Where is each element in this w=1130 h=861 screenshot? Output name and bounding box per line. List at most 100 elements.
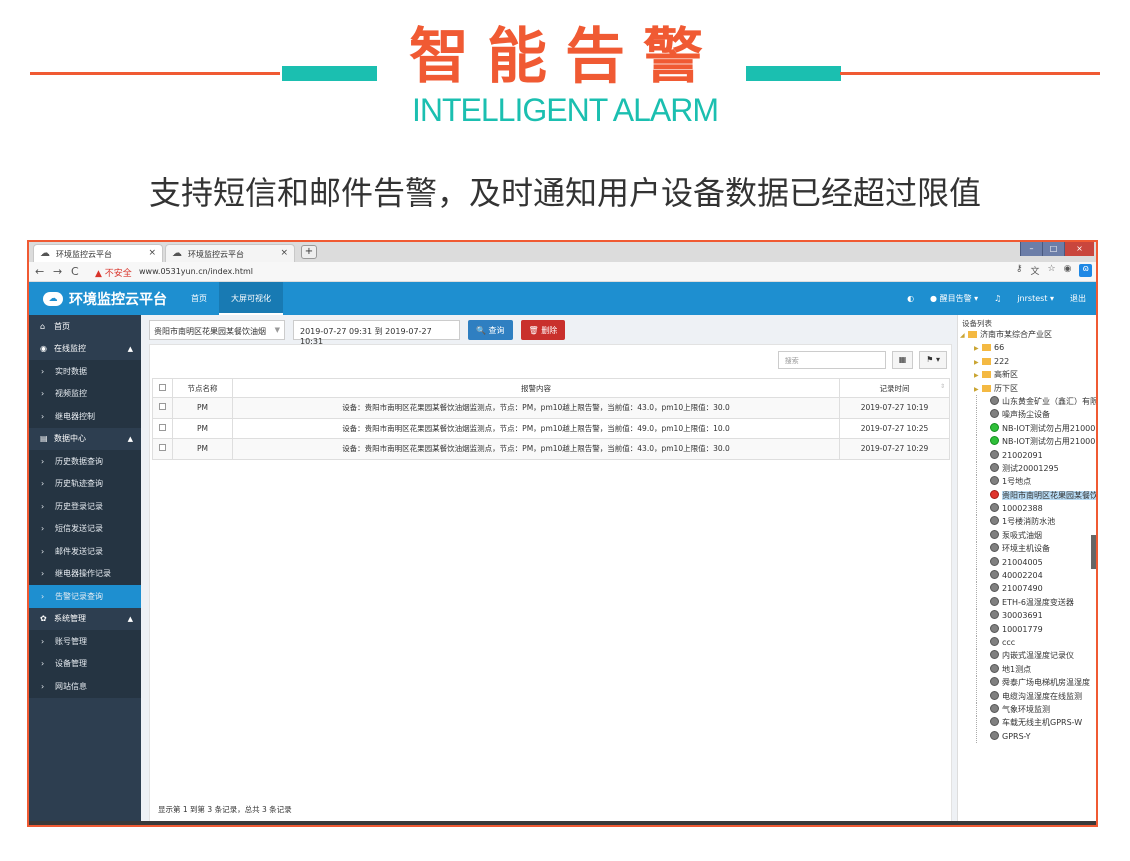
query-button[interactable]: 🔍 查询	[468, 320, 513, 340]
sidebar-item[interactable]: › 账号管理	[29, 630, 141, 653]
tree-device[interactable]: 1号楼消防水池	[958, 515, 1096, 529]
row-checkbox[interactable]	[152, 417, 173, 439]
app-logo[interactable]: ☁ 环境监控云平台	[43, 289, 167, 309]
browser-tab[interactable]: ☁ 环境监控云平台 ×	[165, 244, 295, 262]
minimize-button[interactable]: –	[1020, 242, 1042, 256]
tree-scrollbar[interactable]	[1091, 535, 1096, 569]
window-close-button[interactable]: ×	[1064, 242, 1094, 256]
tree-device[interactable]: 30003691	[958, 609, 1096, 623]
tree-device[interactable]: 内嵌式温湿度记录仪	[958, 649, 1096, 663]
tree-folder[interactable]: ▶ 222	[958, 355, 1096, 368]
tree-device[interactable]: 泵吸式油烟	[958, 528, 1096, 542]
expand-icon[interactable]: ▶	[974, 369, 982, 381]
sidebar-item[interactable]: ▤ 数据中心 ▲	[29, 427, 141, 450]
tree-device[interactable]: 10002388	[958, 502, 1096, 516]
table-row[interactable]: PM 设备：贵阳市南明区花果园某餐饮油烟监测点，节点：PM，pm10越上限告警，当…	[152, 397, 950, 419]
device-select[interactable]: 贵阳市南明区花果园某餐饮油烟 ▼	[149, 320, 285, 340]
select-all-checkbox[interactable]	[152, 378, 173, 398]
star-icon[interactable]: ☆	[1048, 264, 1056, 277]
key-icon[interactable]: ⚷	[1016, 264, 1023, 277]
status-dot-icon	[990, 596, 999, 606]
tree-device[interactable]: 噪声扬尘设备	[958, 408, 1096, 422]
maximize-button[interactable]: □	[1042, 242, 1064, 256]
tree-device[interactable]: GPRS-Y	[958, 729, 1096, 743]
tree-device[interactable]: NB-IOT测试勿占用21000	[958, 435, 1096, 449]
sidebar-item[interactable]: › 视频监控	[29, 382, 141, 405]
back-icon[interactable]: ←	[35, 265, 44, 278]
close-icon[interactable]: ×	[148, 248, 156, 258]
tree-device[interactable]: ccc	[958, 635, 1096, 649]
tree-folder[interactable]: ▶ 历下区	[958, 382, 1096, 395]
sidebar-item[interactable]: › 历史轨迹查询	[29, 472, 141, 495]
extension-icon[interactable]: ɷ	[1079, 264, 1092, 277]
nav-home[interactable]: 首页	[179, 282, 219, 315]
tree-folder[interactable]: ▶ 66	[958, 341, 1096, 354]
insecure-warning[interactable]: ▲ 不安全	[95, 266, 132, 279]
sidebar-item[interactable]: › 邮件发送记录	[29, 540, 141, 563]
tree-root[interactable]: ◢ 济南市某综合产业区	[958, 328, 1096, 341]
nav-big-screen[interactable]: 大屏可视化	[219, 282, 283, 315]
bell-icon[interactable]: ♫	[994, 294, 1001, 303]
row-checkbox[interactable]	[152, 397, 173, 419]
column-header-content[interactable]: 报警内容	[232, 378, 840, 398]
delete-button[interactable]: 🗑 删除	[520, 320, 566, 340]
export-menu-button[interactable]: ⚑ ▾	[919, 351, 947, 369]
row-checkbox[interactable]	[152, 438, 173, 460]
sidebar-item[interactable]: ◉ 在线监控 ▲	[29, 337, 141, 360]
table-row[interactable]: PM 设备：贵阳市南明区花果园某餐饮油烟监测点，节点：PM，pm10越上限告警，当…	[152, 417, 950, 439]
expand-icon[interactable]: ▶	[974, 356, 982, 368]
tree-device[interactable]: 21007490	[958, 582, 1096, 596]
sidebar-item[interactable]: › 历史登录记录	[29, 495, 141, 518]
alarm-menu[interactable]: ● 醒目告警 ▾	[930, 293, 978, 304]
tree-device[interactable]: 贵阳市南明区花果园某餐饮	[958, 488, 1096, 502]
sidebar-item[interactable]: › 短信发送记录	[29, 517, 141, 540]
forward-icon[interactable]: →	[53, 265, 62, 278]
tree-device[interactable]: 气象环境监测	[958, 702, 1096, 716]
sidebar-item-label: 数据中心	[54, 434, 86, 444]
tree-folder[interactable]: ▶ 高新区	[958, 368, 1096, 381]
tree-device[interactable]: 地1测点	[958, 662, 1096, 676]
columns-toggle-button[interactable]: ▦	[891, 351, 914, 369]
tree-device[interactable]: 10001779	[958, 622, 1096, 636]
url-input[interactable]: www.0531yun.cn/index.html	[139, 267, 253, 276]
user-menu[interactable]: jnrstest ▾	[1017, 294, 1054, 303]
column-header-time[interactable]: 记录时间 ⇕	[839, 378, 950, 398]
reload-icon[interactable]: C	[71, 265, 79, 278]
translate-icon[interactable]: 文	[1030, 264, 1039, 277]
sidebar-item[interactable]: ✿ 系统管理 ▲	[29, 607, 141, 630]
tree-device[interactable]: 舜泰广场电梯机房温湿度	[958, 676, 1096, 690]
sidebar-item[interactable]: › 告警记录查询	[29, 585, 141, 608]
tree-device[interactable]: 电缆沟温湿度在线监测	[958, 689, 1096, 703]
logout-button[interactable]: 退出	[1070, 293, 1086, 304]
tree-device[interactable]: ETH-6温湿度变送器	[958, 595, 1096, 609]
profile-icon[interactable]: ◉	[1064, 264, 1072, 277]
date-range-input[interactable]: 2019-07-27 09:31 到 2019-07-27 10:31	[293, 320, 460, 346]
sidebar-item[interactable]: › 历史数据查询	[29, 450, 141, 473]
expand-icon[interactable]: ▶	[974, 383, 982, 395]
new-tab-button[interactable]: +	[301, 245, 317, 259]
sidebar-item[interactable]: › 继电器控制	[29, 405, 141, 428]
tree-device[interactable]: 21002091	[958, 448, 1096, 462]
sidebar-item[interactable]: ⌂ 首页	[29, 315, 141, 338]
tree-device[interactable]: 21004005	[958, 555, 1096, 569]
tree-device[interactable]: NB-IOT测试勿占用21000	[958, 421, 1096, 435]
tree-device[interactable]: 山东黄金矿业（鑫汇）有限	[958, 394, 1096, 408]
tree-device[interactable]: 车载无线主机GPRS-W	[958, 716, 1096, 730]
tree-device[interactable]: 40002204	[958, 569, 1096, 583]
sidebar-item[interactable]: › 网站信息	[29, 675, 141, 698]
sidebar-item[interactable]: › 设备管理	[29, 652, 141, 675]
tree-device[interactable]: 1号地点	[958, 475, 1096, 489]
search-input[interactable]: 搜索	[777, 351, 886, 369]
palette-icon[interactable]: ◐	[907, 294, 914, 303]
expand-icon[interactable]: ◢	[960, 329, 968, 341]
browser-tab[interactable]: ☁ 环境监控云平台 ×	[33, 244, 163, 262]
sidebar-item[interactable]: › 实时数据	[29, 360, 141, 383]
close-icon[interactable]: ×	[280, 248, 288, 258]
sidebar-item[interactable]: › 继电器操作记录	[29, 562, 141, 585]
tree-device[interactable]: 测试20001295	[958, 461, 1096, 475]
tree-device[interactable]: 环境主机设备	[958, 542, 1096, 556]
expand-icon[interactable]: ▶	[974, 342, 982, 354]
folder-icon	[982, 344, 991, 352]
table-row[interactable]: PM 设备：贵阳市南明区花果园某餐饮油烟监测点，节点：PM，pm10越上限告警，当…	[152, 438, 950, 460]
column-header-node[interactable]: 节点名称	[172, 378, 233, 398]
